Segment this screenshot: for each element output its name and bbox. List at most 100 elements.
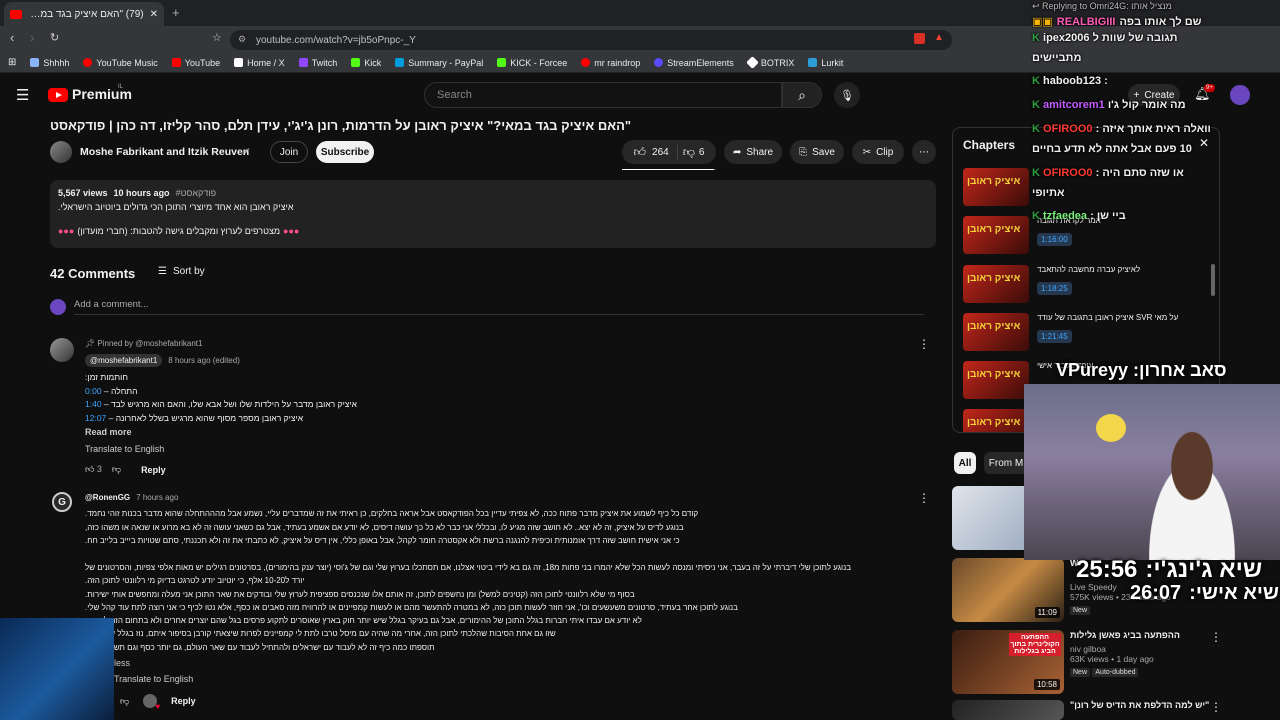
recommendation-thumbnail: ההפתעה הקולינרית בתוך הביג בגלילות 10:58 [952,630,1064,694]
dislike-button[interactable]: 👎︎ 6 [683,145,705,160]
hashtag[interactable]: #פודקאסט [176,188,217,198]
subscribe-button[interactable]: Subscribe [316,141,374,163]
view-count: 5,567 views [58,188,108,198]
tab-title: (79) "האם איציק בגד במאי?" איציק [28,8,144,20]
bookmark-paypal[interactable]: Summary - PayPal [395,58,483,68]
add-comment-input[interactable]: Add a comment... [74,299,924,315]
bookmark-botrix[interactable]: BOTRIX [745,56,794,69]
mic-icon: 🎙 [840,89,854,102]
comment-avatar[interactable]: G [52,492,72,512]
chapter-item[interactable]: איציק ראובן לאיציק עברה מחשבה להתאבד 1:18:… [963,265,1213,311]
close-tab-icon[interactable]: ✕ [150,9,158,20]
description-box[interactable]: 5,567 views 10 hours ago #פודקאסט איציק … [50,180,936,248]
recommendation-menu-icon[interactable]: ⋮ [1210,700,1222,714]
thumbs-up-icon: 👍︎ [633,144,647,159]
chat-pinned-message: ▣▣ REALBIGIII שם לך אותו בפה [1032,15,1202,29]
like-ratio-bar [622,169,716,170]
translate-link[interactable]: Translate to English [85,444,164,454]
comment-reply-button[interactable]: Reply [141,465,166,475]
comment-author-row: @RonenGG 7 hours ago [85,493,178,502]
chapter-thumbnail: איציק ראובן [963,168,1029,206]
channel-name[interactable]: Moshe Fabrikant and Itzik Reuven [80,146,249,158]
bookmark-youtube-music[interactable]: YouTube Music [83,58,158,68]
timestamp-link[interactable]: 1:40 [85,399,102,409]
comment-body-para-2: בנוגע לתוכן שלי דיברתי על זה בעבר, אני נ… [85,563,852,652]
forward-icon[interactable]: › [30,30,34,45]
timestamp-link[interactable]: 0:00 [85,386,102,396]
bookmark-star-icon[interactable]: ☆ [212,31,222,44]
join-button[interactable]: Join [270,141,308,163]
reload-icon[interactable]: ↻ [50,31,59,44]
recommendation-item[interactable]: ההפתעה הקולינרית בתוך הביג בגלילות 10:58… [952,630,1272,696]
bookmark-mr-raindrop[interactable]: mr raindrop [581,58,640,68]
chat-message: מתביישים [1032,52,1082,64]
recommendation-menu-icon[interactable]: ⋮ [1210,630,1222,644]
bookmark-lurkit[interactable]: Lurkit [808,58,843,68]
comment-author-row: @moshefabrikant1 8 hours ago (edited) [85,354,240,367]
search-input[interactable]: Search [424,82,782,108]
show-less-link[interactable]: less [114,658,130,668]
channel-avatar[interactable] [50,141,72,163]
thumbnail-caption: ההפתעה הקולינרית בתוך הביג בגלילות [1009,633,1061,656]
back-icon[interactable]: ‹ [10,30,14,45]
apps-icon[interactable]: ⊞ [8,57,16,68]
youtube-logo-icon[interactable] [48,88,68,102]
auto-dubbed-badge: Auto-dubbed [1092,668,1139,677]
comment-menu-icon[interactable]: ⋮ [918,491,930,505]
translate-link[interactable]: Translate to English [114,674,193,684]
timestamp-link[interactable]: 12:07 [85,413,106,423]
more-icon: ⋯ [919,146,929,158]
filter-chip-all[interactable]: All [954,452,976,474]
bookmark-kick-forcee[interactable]: KICK - Forcee [497,58,567,68]
duration-badge: 11:09 [1034,607,1060,618]
chapter-thumbnail: איציק ראובן [963,409,1029,432]
address-bar[interactable]: ⚙ youtube.com/watch?v=jb5oPnpc-_Y ▲ [230,30,952,50]
filter-chip-from[interactable]: From M [984,452,1028,474]
comment-menu-icon[interactable]: ⋮ [918,337,930,351]
more-actions-button[interactable]: ⋯ [912,140,936,164]
chapters-title: Chapters [963,138,1016,152]
chapter-thumbnail: איציק ראובן [963,313,1029,351]
extension-icon[interactable] [914,33,925,44]
chat-badge-icon: ▣▣ [1032,16,1053,28]
bookmark-youtube[interactable]: YouTube [171,58,220,68]
chat-message: K ipex2006 תגובה של שוות ל [1032,32,1178,44]
alert-icon[interactable]: ▲ [934,32,944,43]
browser-tab[interactable]: (79) "האם איציק בגד במאי?" איציק ✕ [4,2,164,26]
description-line-1: איציק ראובן הוא אחד מיוצרי התוכן הכי גדו… [58,202,294,212]
like-button[interactable]: 👍︎ 264 [633,144,678,160]
comment-author[interactable]: @RonenGG [85,493,130,502]
read-more-link[interactable]: Read more [85,427,132,437]
comment-avatar[interactable] [50,338,74,362]
comment-body-para-1: קודם כל כיף לשמוע את איציק מדבר פתוח ככה… [85,509,699,545]
duration-badge: 10:58 [1033,679,1060,690]
chapter-time: 1:18:25 [1037,282,1072,295]
stream-chat-overlay: ↩ Replying to Omri24G: מנציל אותו ▣▣ REA… [1028,0,1280,240]
clip-button[interactable]: ✂ Clip [852,140,904,164]
search-button[interactable]: ⌕ [782,82,822,108]
site-info-icon[interactable]: ⚙ [238,34,246,45]
bookmark-shhhh[interactable]: Shhhh [30,58,69,68]
bookmark-x[interactable]: Home / X [234,58,285,68]
new-tab-icon[interactable]: + [172,5,180,20]
sort-by-button[interactable]: ☰ Sort by [158,266,205,277]
save-button[interactable]: ⎘ Save [790,140,844,164]
bookmark-streamelements[interactable]: StreamElements [654,58,734,68]
comment-author-chip[interactable]: @moshefabrikant1 [85,354,163,367]
bookmark-kick[interactable]: Kick [351,58,381,68]
share-button[interactable]: ➦ Share [724,140,782,164]
comment-dislike-button[interactable]: 👎︎ [112,464,121,475]
menu-icon[interactable]: ☰ [16,86,29,104]
chapter-item[interactable]: איציק ראובן על מאי SVR איציק ראובן בתגובה… [963,313,1213,359]
comment-dislike-button[interactable]: 👎︎ [120,696,129,707]
chapters-scrollbar[interactable] [1211,264,1215,296]
voice-search-button[interactable]: 🎙 [834,82,860,108]
comment-like-button[interactable]: 👍︎ 3 [85,464,102,475]
chat-message: K OFIROO0 : או שזה סתם היה [1032,167,1184,179]
comment-reply-button[interactable]: Reply [171,696,196,706]
record-timer-2: 26:07 שיא אישי: [1130,582,1279,604]
upload-age: 10 hours ago [113,188,170,198]
bookmark-twitch[interactable]: Twitch [298,58,337,68]
chat-message: K haboob123 : [1032,75,1108,87]
recommendation-item[interactable]: "יש למה הדלפת את הדיס של רונן" ⋮ [952,700,1272,720]
